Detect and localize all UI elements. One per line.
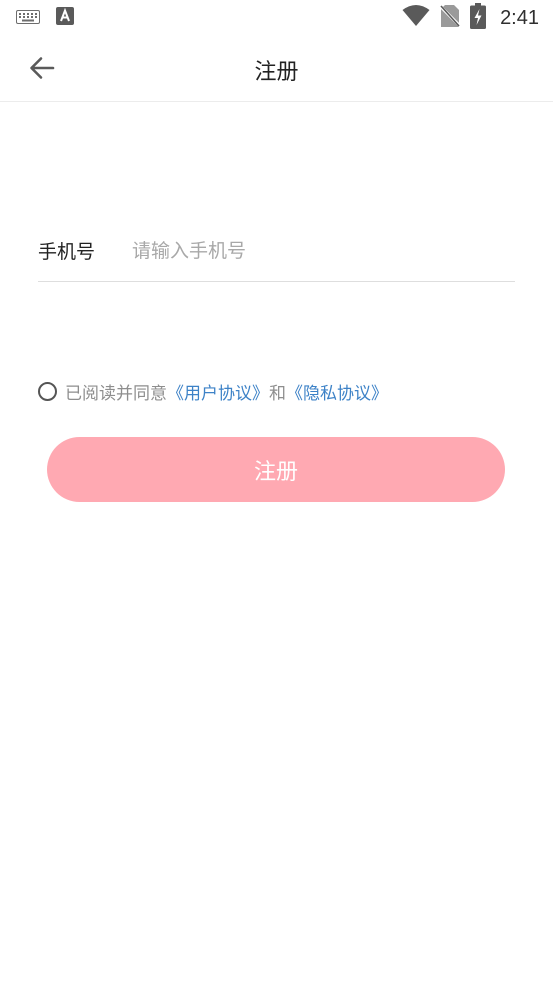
no-sim-icon: [439, 4, 462, 32]
status-time: 2:41: [500, 6, 539, 29]
status-bar-right: 2:41: [402, 3, 539, 33]
keyboard-icon: [16, 9, 40, 28]
agreement-checkbox[interactable]: [38, 381, 57, 401]
phone-label: 手机号: [38, 241, 96, 263]
register-screen: 2:41 注册 手机号 已阅读并同意 《用户协议》 和 《隐私协议》 注册: [0, 0, 553, 983]
agreement-row: 已阅读并同意 《用户协议》 和 《隐私协议》: [38, 377, 388, 405]
app-bar: 注册: [0, 36, 553, 102]
text-a-icon: [56, 7, 74, 29]
agreement-connector: 和: [269, 383, 286, 404]
wifi-icon: [402, 5, 430, 31]
agreement-prefix: 已阅读并同意: [65, 383, 167, 404]
phone-input[interactable]: [132, 230, 515, 271]
battery-charging-icon: [470, 3, 487, 33]
phone-field-row: 手机号: [38, 220, 515, 282]
page-title: 注册: [254, 60, 299, 85]
status-bar-left: [16, 7, 74, 29]
privacy-policy-link[interactable]: 《隐私协议》: [286, 379, 388, 404]
status-bar: 2:41: [0, 0, 553, 36]
user-agreement-link[interactable]: 《用户协议》: [167, 379, 269, 404]
register-button[interactable]: 注册: [47, 437, 505, 502]
